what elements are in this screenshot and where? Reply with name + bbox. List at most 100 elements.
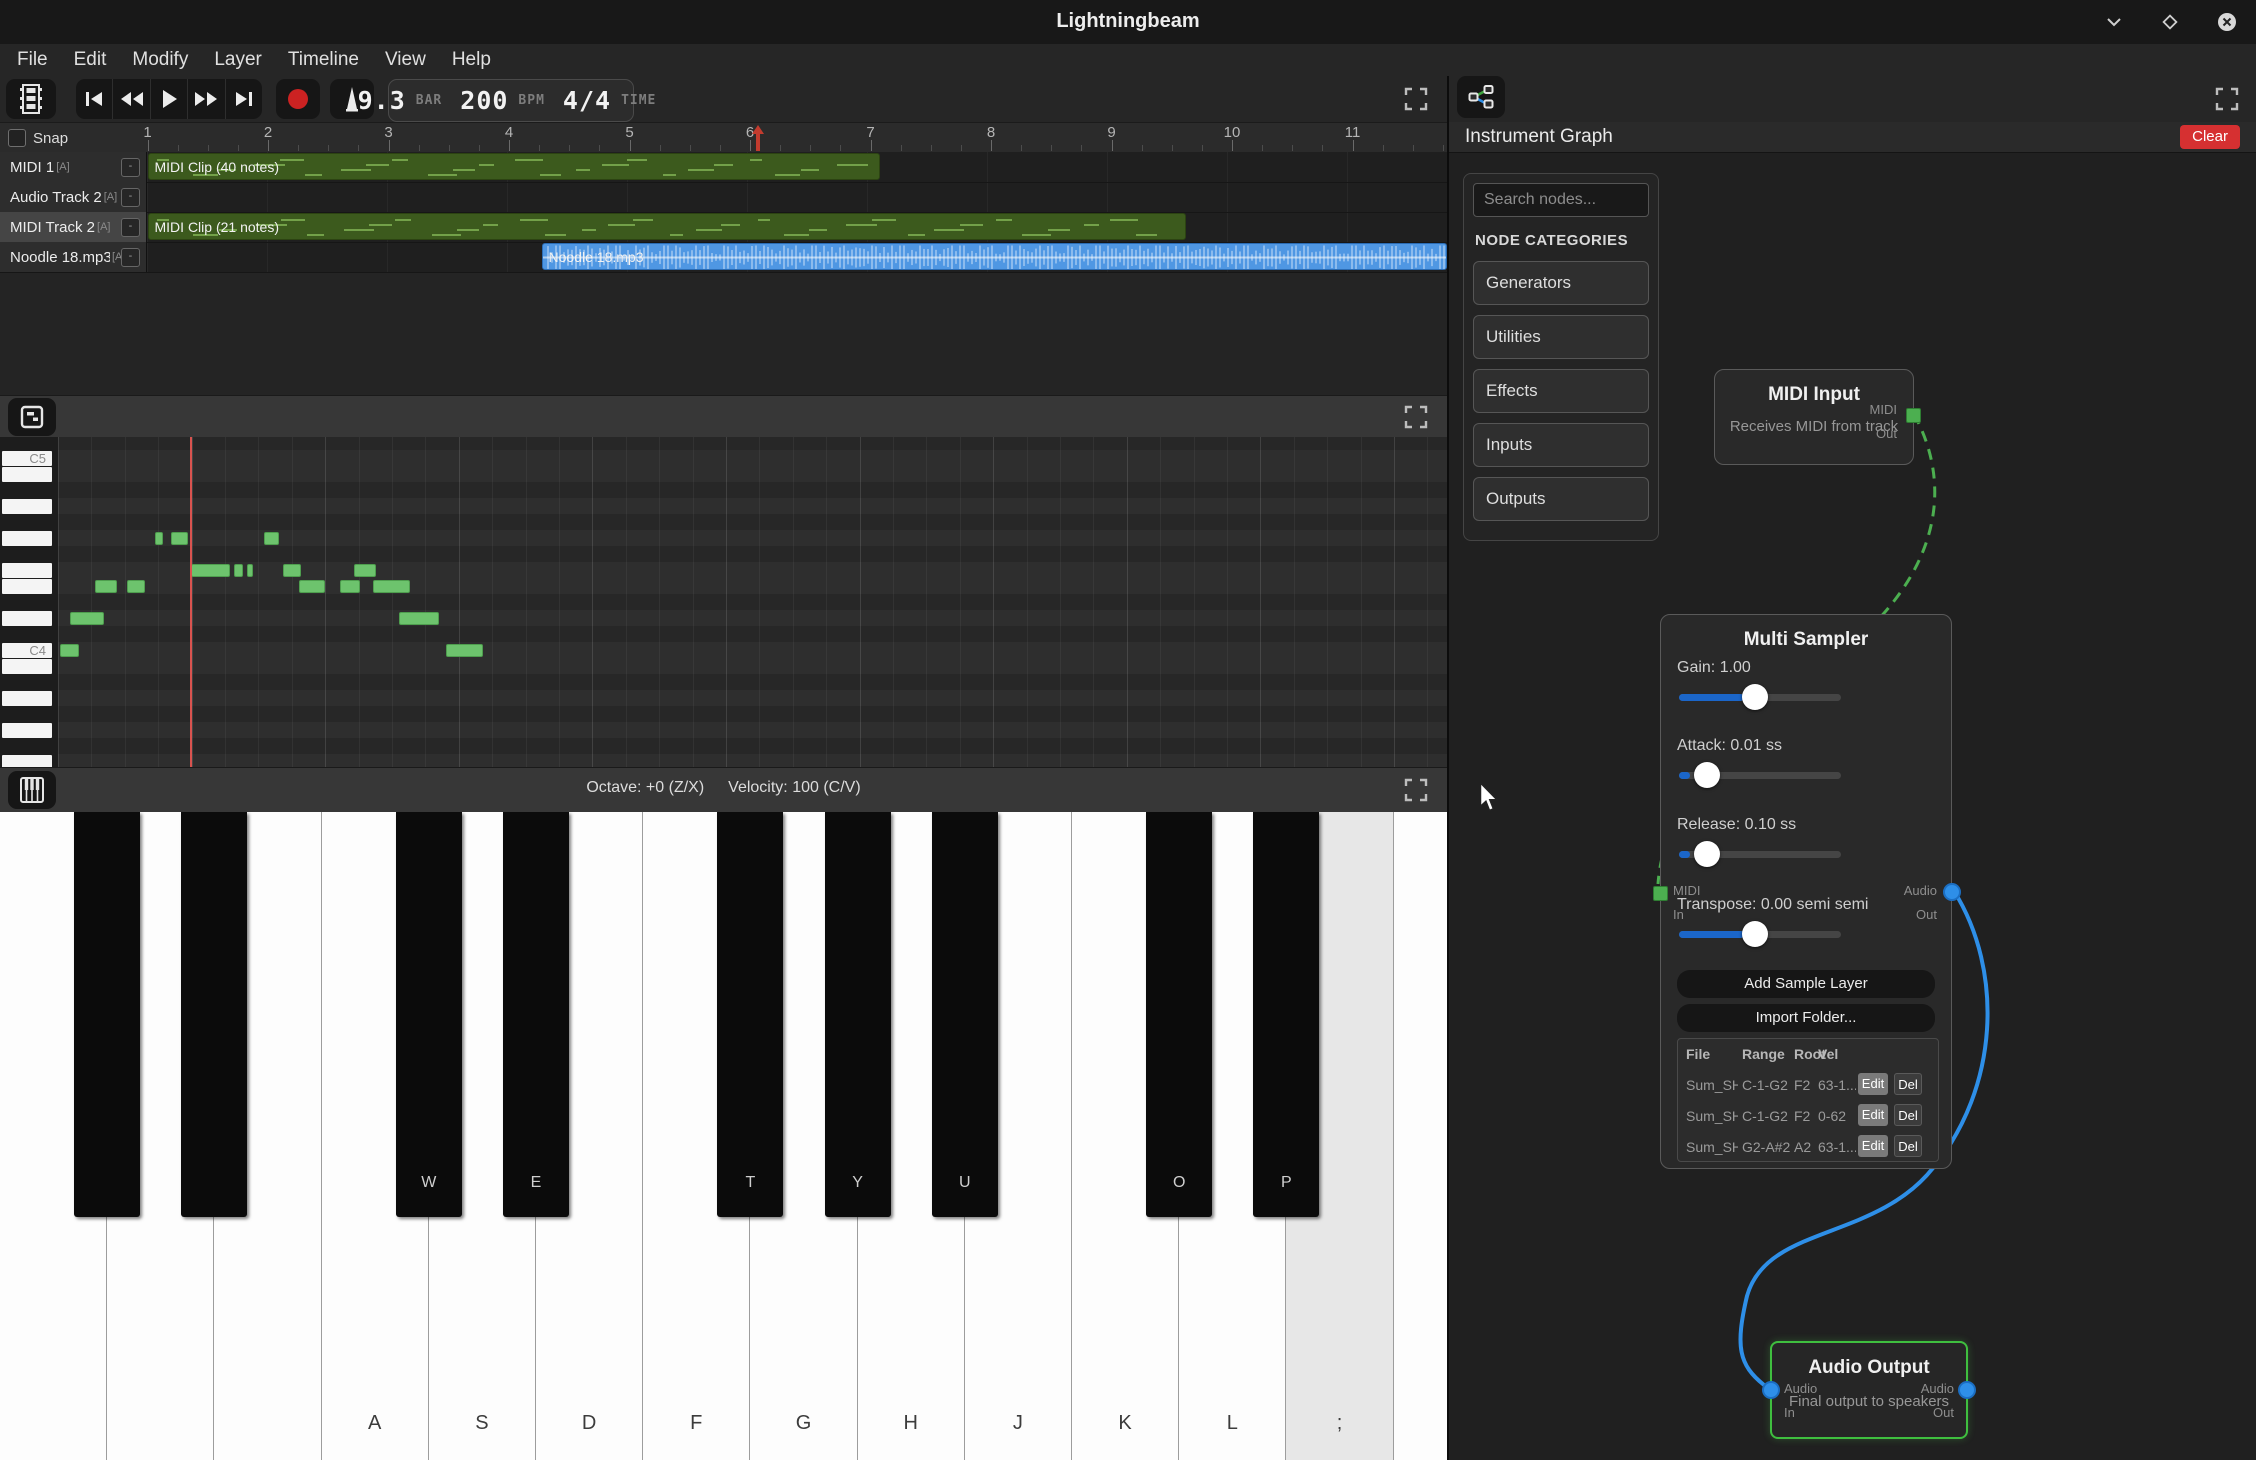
- black-key-P[interactable]: P: [1253, 812, 1319, 1217]
- graph-fullscreen-button[interactable]: [2214, 86, 2240, 112]
- timeline-fullscreen-button[interactable]: [1403, 86, 1429, 112]
- track-header-audio-track-2[interactable]: Audio Track 2[A]-: [0, 182, 147, 212]
- rewind-button[interactable]: [113, 79, 150, 119]
- edit-sample-button[interactable]: Edit: [1858, 1104, 1888, 1126]
- fast-forward-button[interactable]: [188, 79, 225, 119]
- skip-end-button[interactable]: [226, 79, 262, 119]
- piano-roll-key-c4[interactable]: C4: [2, 643, 52, 658]
- piano-roll-key-e4[interactable]: [2, 579, 52, 594]
- midi-note[interactable]: [155, 532, 163, 545]
- black-key-W[interactable]: W: [396, 812, 462, 1217]
- node-multi-sampler[interactable]: Multi Sampler Gain: 1.00Attack: 0.01 ssR…: [1660, 614, 1952, 1169]
- midi-note[interactable]: [399, 612, 439, 625]
- piano-roll-key-b3[interactable]: [2, 659, 52, 674]
- audio-clip[interactable]: Noodle 18.mp3: [542, 243, 1447, 270]
- keyboard-fullscreen-button[interactable]: [1403, 777, 1429, 803]
- piano-roll-key-g4[interactable]: [2, 531, 52, 546]
- add-sample-layer-button[interactable]: Add Sample Layer: [1677, 970, 1935, 998]
- black-key-O[interactable]: O: [1146, 812, 1212, 1217]
- clear-graph-button[interactable]: Clear: [2180, 125, 2240, 149]
- snap-checkbox[interactable]: [8, 129, 26, 147]
- track-header-noodle-18-mp3[interactable]: Noodle 18.mp3[A]-: [0, 242, 147, 272]
- midi-note[interactable]: [171, 532, 188, 545]
- delete-sample-button[interactable]: Del: [1894, 1104, 1922, 1126]
- midi-note[interactable]: [446, 644, 483, 657]
- midi-note[interactable]: [70, 612, 104, 625]
- slider-thumb[interactable]: [1742, 921, 1768, 947]
- minimize-icon[interactable]: [2104, 12, 2124, 32]
- node-audio-output[interactable]: Audio Output Final output to speakers Au…: [1770, 1341, 1968, 1439]
- piano-roll-key-a4[interactable]: [2, 499, 52, 514]
- piano-roll-key-f4[interactable]: [2, 563, 52, 578]
- midi-clip[interactable]: MIDI Clip (21 notes): [148, 213, 1187, 240]
- midi-note[interactable]: [373, 580, 410, 593]
- piano-roll-key-g3[interactable]: [2, 723, 52, 738]
- track-mute-button[interactable]: -: [121, 248, 140, 267]
- black-key-E[interactable]: E: [503, 812, 569, 1217]
- edit-sample-button[interactable]: Edit: [1858, 1135, 1888, 1157]
- piano-roll-key-b4[interactable]: [2, 467, 52, 482]
- play-button[interactable]: [151, 79, 188, 119]
- black-key-Y[interactable]: Y: [825, 812, 891, 1217]
- virtual-keyboard[interactable]: ASDFGHJKL;WETYUOP: [0, 812, 1447, 1460]
- track-header-midi-1[interactable]: MIDI 1[A]-: [0, 152, 147, 182]
- slider-thumb[interactable]: [1694, 841, 1720, 867]
- menu-help[interactable]: Help: [439, 44, 504, 76]
- edit-sample-button[interactable]: Edit: [1858, 1073, 1888, 1095]
- film-timeline-button[interactable]: [6, 79, 56, 119]
- piano-roll-mode-button[interactable]: [8, 398, 56, 436]
- midi-note[interactable]: [95, 580, 117, 593]
- piano-roll-editor[interactable]: C5 C4: [0, 437, 1447, 767]
- track-mute-button[interactable]: -: [121, 158, 140, 177]
- black-key-unlabeled[interactable]: [74, 812, 140, 1217]
- menu-modify[interactable]: Modify: [119, 44, 201, 76]
- close-icon[interactable]: [2216, 11, 2238, 33]
- audio-out-port[interactable]: [1958, 1381, 1976, 1399]
- graph-canvas[interactable]: NODE CATEGORIES GeneratorsUtilitiesEffec…: [1449, 153, 2256, 1460]
- record-button[interactable]: [276, 79, 320, 119]
- delete-sample-button[interactable]: Del: [1894, 1073, 1922, 1095]
- playhead-marker[interactable]: [750, 125, 766, 151]
- piano-roll-key-d4[interactable]: [2, 611, 52, 626]
- white-key-idx13[interactable]: [1394, 812, 1447, 1460]
- maximize-icon[interactable]: [2160, 12, 2180, 32]
- audio-in-port[interactable]: [1762, 1381, 1780, 1399]
- midi-note[interactable]: [60, 644, 79, 657]
- midi-note[interactable]: [264, 532, 279, 545]
- black-key-unlabeled[interactable]: [181, 812, 247, 1217]
- midi-note[interactable]: [234, 564, 243, 577]
- midi-note[interactable]: [283, 564, 301, 577]
- midi-note[interactable]: [354, 564, 376, 577]
- midi-note[interactable]: [247, 564, 253, 577]
- piano-roll-key-f3[interactable]: [2, 755, 52, 768]
- skip-start-button[interactable]: [76, 79, 113, 119]
- menu-file[interactable]: File: [4, 44, 61, 76]
- midi-clip[interactable]: MIDI Clip (40 notes): [148, 153, 881, 180]
- midi-note[interactable]: [299, 580, 325, 593]
- slider-thumb[interactable]: [1742, 684, 1768, 710]
- menu-layer[interactable]: Layer: [201, 44, 275, 76]
- midi-note[interactable]: [127, 580, 145, 593]
- black-key-T[interactable]: T: [717, 812, 783, 1217]
- graph-mode-button[interactable]: [1457, 76, 1505, 118]
- midi-note[interactable]: [340, 580, 360, 593]
- midi-out-port[interactable]: [1906, 408, 1921, 423]
- node-midi-input[interactable]: MIDI Input Receives MIDI from track MIDI…: [1714, 369, 1914, 465]
- import-folder-button[interactable]: Import Folder...: [1677, 1004, 1935, 1032]
- delete-sample-button[interactable]: Del: [1894, 1135, 1922, 1157]
- tempo-display[interactable]: 9.3 BAR 200 BPM 4/4 TIME: [388, 79, 634, 122]
- piano-roll-fullscreen-button[interactable]: [1403, 404, 1429, 430]
- audio-out-port[interactable]: [1943, 883, 1961, 901]
- piano-roll-playhead[interactable]: [190, 437, 192, 767]
- track-header-midi-track-2[interactable]: MIDI Track 2[A]-: [0, 212, 147, 242]
- track-mute-button[interactable]: -: [121, 218, 140, 237]
- midi-note[interactable]: [191, 564, 230, 577]
- piano-roll-key-a3[interactable]: [2, 691, 52, 706]
- black-key-U[interactable]: U: [932, 812, 998, 1217]
- timeline-ruler[interactable]: Snap 1234567891011: [0, 122, 1447, 154]
- midi-in-port[interactable]: [1653, 886, 1668, 901]
- track-mute-button[interactable]: -: [121, 188, 140, 207]
- menu-timeline[interactable]: Timeline: [275, 44, 372, 76]
- piano-roll-key-c5[interactable]: C5: [2, 451, 52, 466]
- menu-edit[interactable]: Edit: [61, 44, 120, 76]
